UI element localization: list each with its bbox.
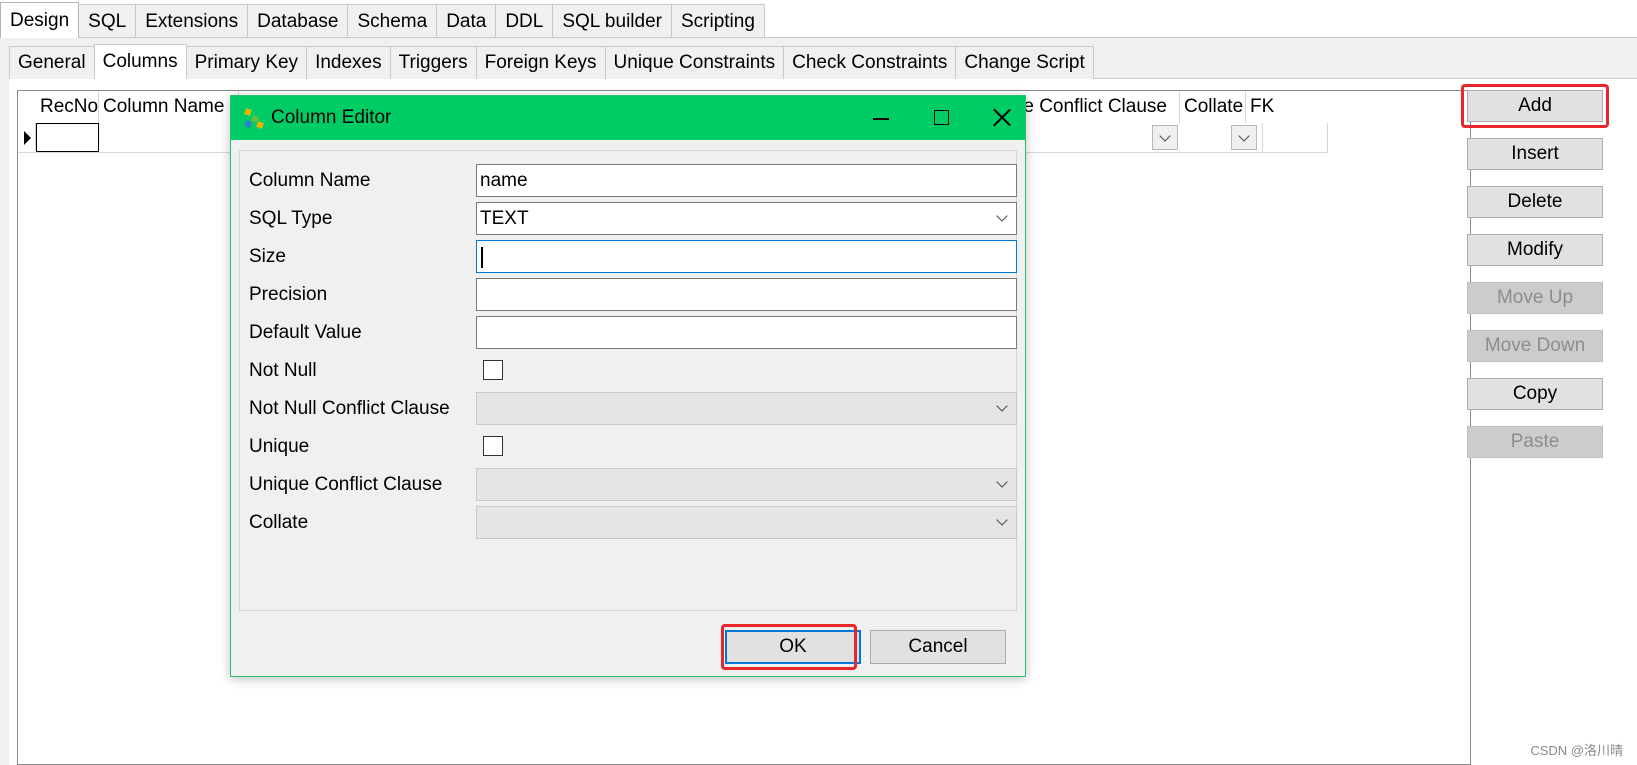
tab-design[interactable]: Design <box>0 2 80 38</box>
chevron-down-icon <box>996 400 1008 412</box>
maximize-icon <box>934 110 949 125</box>
delete-button[interactable]: Delete <box>1467 186 1603 218</box>
chevron-down-icon <box>996 476 1008 488</box>
unique-label: Unique <box>249 436 310 457</box>
tab-check-constraints[interactable]: Check Constraints <box>783 46 957 79</box>
column-name-label: Column Name <box>249 170 371 191</box>
not-null-conflict-label: Not Null Conflict Clause <box>249 398 450 419</box>
tab-foreign-keys[interactable]: Foreign Keys <box>475 46 606 79</box>
tab-extensions[interactable]: Extensions <box>135 4 249 38</box>
tab-triggers[interactable]: Triggers <box>389 46 477 79</box>
app-icon <box>244 108 264 129</box>
not-null-conflict-select[interactable] <box>476 392 1017 425</box>
tab-columns[interactable]: Columns <box>93 44 187 79</box>
cell-fk[interactable] <box>1262 123 1328 153</box>
add-highlight <box>1461 84 1609 128</box>
header-recno[interactable]: RecNo <box>36 91 99 123</box>
chevron-down-icon <box>996 210 1008 222</box>
tab-data[interactable]: Data <box>436 4 497 38</box>
collate-select[interactable] <box>476 506 1017 539</box>
move-up-button[interactable]: Move Up <box>1467 282 1603 314</box>
not-null-label: Not Null <box>249 360 317 381</box>
dialog-title: Column Editor <box>271 107 392 128</box>
top-tab-bar: Design SQL Extensions Database Schema Da… <box>0 2 765 38</box>
design-sub-tab-bar: General Columns Primary Key Indexes Trig… <box>9 44 1094 79</box>
header-fk[interactable]: FK <box>1246 91 1328 123</box>
tab-ddl[interactable]: DDL <box>495 4 554 38</box>
current-row-arrow-icon <box>24 131 31 145</box>
tab-general[interactable]: General <box>9 46 95 79</box>
unique-conflict-dropdown[interactable] <box>1152 125 1178 150</box>
row-indicator <box>18 123 36 153</box>
copy-button[interactable]: Copy <box>1467 378 1603 410</box>
tab-indexes[interactable]: Indexes <box>306 46 391 79</box>
text-caret <box>481 247 483 268</box>
size-label: Size <box>249 246 286 267</box>
unique-conflict-label: Unique Conflict Clause <box>249 474 443 495</box>
tab-change-script[interactable]: Change Script <box>955 46 1094 79</box>
precision-field[interactable] <box>476 278 1017 311</box>
close-icon <box>993 108 1011 126</box>
unique-checkbox[interactable] <box>483 436 503 456</box>
collate-dropdown[interactable] <box>1231 125 1257 150</box>
paste-button[interactable]: Paste <box>1467 426 1603 458</box>
chevron-down-icon <box>996 514 1008 526</box>
dialog-titlebar[interactable]: Column Editor <box>231 96 1025 140</box>
minimize-button[interactable] <box>853 96 909 140</box>
collate-label: Collate <box>249 512 309 533</box>
ok-highlight <box>721 624 857 670</box>
insert-button[interactable]: Insert <box>1467 138 1603 170</box>
column-name-field[interactable]: name <box>476 164 1017 197</box>
tab-schema[interactable]: Schema <box>347 4 438 38</box>
header-collate[interactable]: Collate <box>1180 91 1246 123</box>
tab-database[interactable]: Database <box>247 4 349 38</box>
cancel-button[interactable]: Cancel <box>870 630 1006 664</box>
minimize-icon <box>873 118 889 120</box>
precision-label: Precision <box>249 284 328 305</box>
modify-button[interactable]: Modify <box>1467 234 1603 266</box>
header-column-name[interactable]: Column Name <box>99 91 239 123</box>
tab-sql[interactable]: SQL <box>78 4 137 38</box>
tab-unique-constraints[interactable]: Unique Constraints <box>604 46 785 79</box>
tab-sql-builder[interactable]: SQL builder <box>552 4 672 38</box>
default-value-label: Default Value <box>249 322 362 343</box>
close-button[interactable] <box>973 96 1029 140</box>
cell-recno[interactable] <box>36 123 99 152</box>
watermark: CSDN @洛川晴 <box>1530 743 1623 758</box>
tab-scripting[interactable]: Scripting <box>670 4 765 38</box>
move-down-button[interactable]: Move Down <box>1467 330 1603 362</box>
maximize-button[interactable] <box>913 96 969 140</box>
size-field[interactable] <box>476 240 1017 273</box>
sql-type-label: SQL Type <box>249 208 333 229</box>
column-form: Column Name name SQL Type TEXT Size Prec… <box>239 150 1017 611</box>
tab-primary-key[interactable]: Primary Key <box>185 46 308 79</box>
sql-type-select[interactable]: TEXT <box>476 202 1017 235</box>
default-value-field[interactable] <box>476 316 1017 349</box>
column-editor-dialog: Column Editor Column Name name SQL Type … <box>230 95 1026 677</box>
unique-conflict-select[interactable] <box>476 468 1017 501</box>
not-null-checkbox[interactable] <box>483 360 503 380</box>
chevron-down-icon <box>1159 130 1171 142</box>
chevron-down-icon <box>1238 130 1250 142</box>
sql-type-value: TEXT <box>480 208 529 229</box>
